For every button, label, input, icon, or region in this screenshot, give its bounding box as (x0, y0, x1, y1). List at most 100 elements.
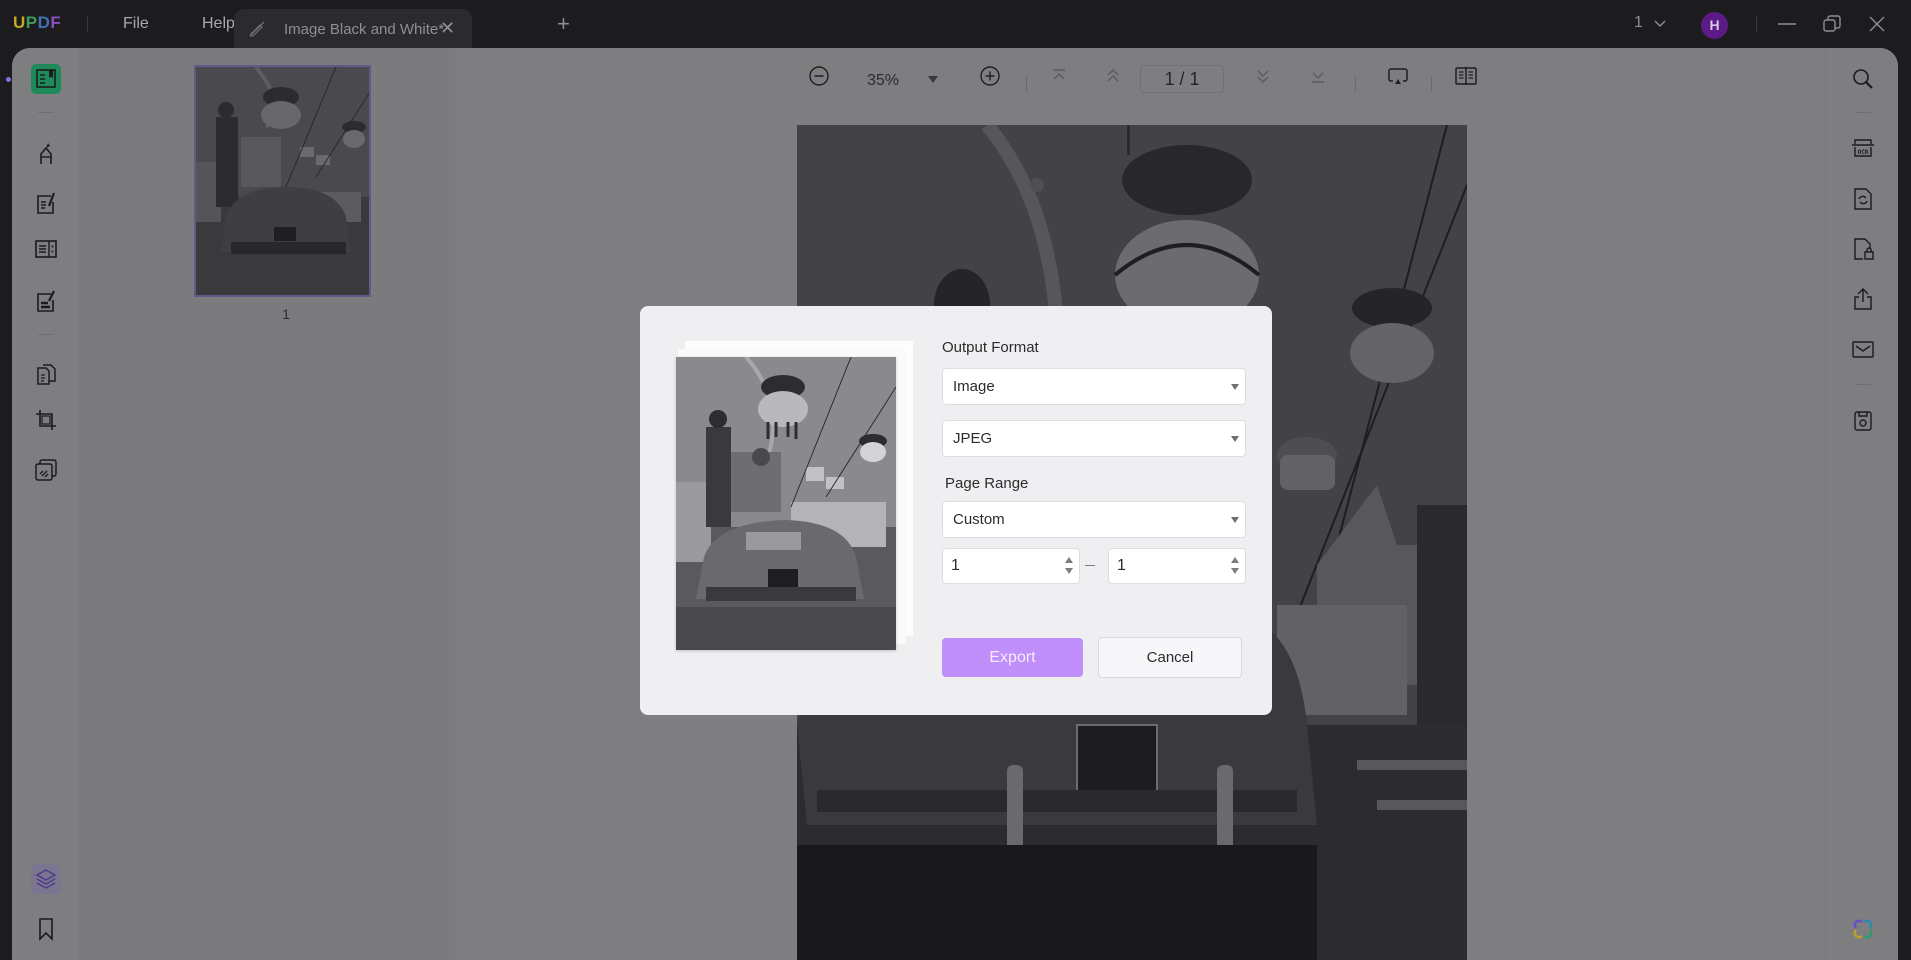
export-preview (676, 357, 896, 650)
page-range-value: Custom (953, 511, 1005, 528)
ocr-button[interactable]: OCR (1848, 133, 1878, 163)
rail-divider (38, 112, 54, 113)
rail-divider (38, 334, 54, 335)
page-range-label: Page Range (945, 475, 1029, 492)
zoom-in-button[interactable] (977, 63, 1003, 89)
convert-pdf-button[interactable] (1848, 184, 1878, 214)
zoom-out-icon (809, 66, 829, 86)
tab-close-icon[interactable]: ✕ (440, 18, 455, 39)
page-layout-button[interactable] (1453, 63, 1479, 89)
watermark-icon (35, 459, 57, 481)
presentation-button[interactable] (1385, 63, 1411, 89)
logo-letter: U (13, 13, 26, 32)
close-window-icon[interactable] (1866, 13, 1888, 35)
layers-icon (35, 869, 57, 889)
comment-tool-button[interactable] (31, 138, 61, 168)
convert-pdf-icon (1854, 188, 1872, 210)
preview-photo (676, 357, 896, 650)
logo-letter: F (50, 13, 62, 32)
fill-sign-icon (37, 290, 55, 312)
restore-icon[interactable] (1821, 13, 1843, 35)
edit-off-icon (249, 21, 265, 37)
svg-text:OCR: OCR (1858, 149, 1869, 156)
reader-icon (36, 69, 56, 88)
updf-logo: UPDF (13, 13, 61, 33)
organize-pages-tool-button[interactable] (31, 234, 61, 264)
organize-pages-icon (35, 240, 57, 258)
output-format-select[interactable]: Image (942, 368, 1246, 405)
logo-letter: P (25, 13, 38, 32)
view-toolbar: 35% 1 / 1 (455, 48, 1825, 104)
ai-assistant-button[interactable] (1848, 914, 1878, 944)
range-from-stepper[interactable]: 1 (942, 548, 1080, 584)
title-divider (87, 16, 88, 32)
stepper-up-icon[interactable] (1065, 557, 1073, 563)
share-button[interactable] (1848, 284, 1878, 314)
lock-file-icon (1854, 238, 1874, 260)
protect-button[interactable] (1848, 234, 1878, 264)
first-page-button[interactable] (1046, 63, 1072, 89)
panel-indicator-dot (6, 77, 11, 82)
dropdown-caret-icon (1231, 517, 1239, 523)
zoom-dropdown-caret-icon[interactable] (928, 76, 938, 83)
range-to-stepper[interactable]: 1 (1108, 548, 1246, 584)
email-button[interactable] (1848, 334, 1878, 364)
document-tab[interactable]: Image Black and White* ✕ (234, 9, 472, 48)
export-button[interactable]: Export (942, 638, 1083, 677)
search-button[interactable] (1848, 64, 1878, 94)
dropdown-caret-icon (1231, 384, 1239, 390)
stepper-up-icon[interactable] (1231, 557, 1239, 563)
window-count[interactable]: 1 (1634, 14, 1643, 32)
minimize-icon[interactable] (1776, 13, 1798, 35)
crop-icon (36, 410, 56, 430)
two-page-view-icon (1455, 67, 1477, 85)
layers-button[interactable] (31, 864, 61, 894)
crop-tool-button[interactable] (31, 405, 61, 435)
page-number-input[interactable]: 1 / 1 (1140, 65, 1224, 93)
zoom-level[interactable]: 35% (867, 72, 899, 90)
highlighter-icon (40, 143, 52, 164)
share-icon (1854, 288, 1872, 310)
thumbnail-photo (196, 67, 369, 295)
menu-file[interactable]: File (123, 15, 149, 33)
thumbnail-panel: 1 (80, 48, 455, 960)
range-dash (1085, 565, 1095, 566)
page-thumbnail[interactable] (194, 65, 371, 297)
output-format-label: Output Format (942, 339, 1039, 356)
page-separator: / (1179, 69, 1185, 89)
zoom-in-icon (980, 66, 1000, 86)
save-button[interactable] (1848, 406, 1878, 436)
chevron-down-icon[interactable] (1651, 14, 1669, 32)
convert-tool-button[interactable] (31, 359, 61, 389)
user-avatar[interactable]: H (1701, 12, 1728, 39)
save-icon (1854, 411, 1872, 431)
ai-assistant-icon (1853, 919, 1873, 939)
stepper-down-icon[interactable] (1231, 568, 1239, 574)
zoom-out-button[interactable] (806, 63, 832, 89)
page-range-select[interactable]: Custom (942, 501, 1246, 538)
edit-pdf-tool-button[interactable] (31, 188, 61, 218)
search-icon (1853, 69, 1873, 89)
toolbar-divider (1026, 76, 1027, 92)
last-page-button[interactable] (1305, 63, 1331, 89)
convert-icon (37, 364, 56, 385)
new-tab-button[interactable]: + (557, 11, 570, 37)
reader-tool-button[interactable] (31, 64, 61, 94)
menu-help[interactable]: Help (202, 15, 235, 33)
title-bar: UPDF File Help Image Black and White* ✕ … (0, 0, 1911, 48)
image-type-select[interactable]: JPEG (942, 420, 1246, 457)
next-page-button[interactable] (1250, 63, 1276, 89)
last-page-icon (1312, 72, 1324, 83)
bookmark-button[interactable] (31, 914, 61, 944)
chevron-double-up-icon (1107, 69, 1119, 82)
image-type-value: JPEG (953, 430, 993, 447)
fill-sign-tool-button[interactable] (31, 286, 61, 316)
watermark-tool-button[interactable] (31, 455, 61, 485)
range-to-value: 1 (1117, 557, 1126, 574)
stepper-down-icon[interactable] (1065, 568, 1073, 574)
email-icon (1852, 341, 1874, 358)
presentation-icon (1388, 68, 1408, 84)
cancel-button[interactable]: Cancel (1098, 637, 1242, 678)
previous-page-button[interactable] (1100, 63, 1126, 89)
right-tool-rail: OCR (1825, 48, 1898, 960)
